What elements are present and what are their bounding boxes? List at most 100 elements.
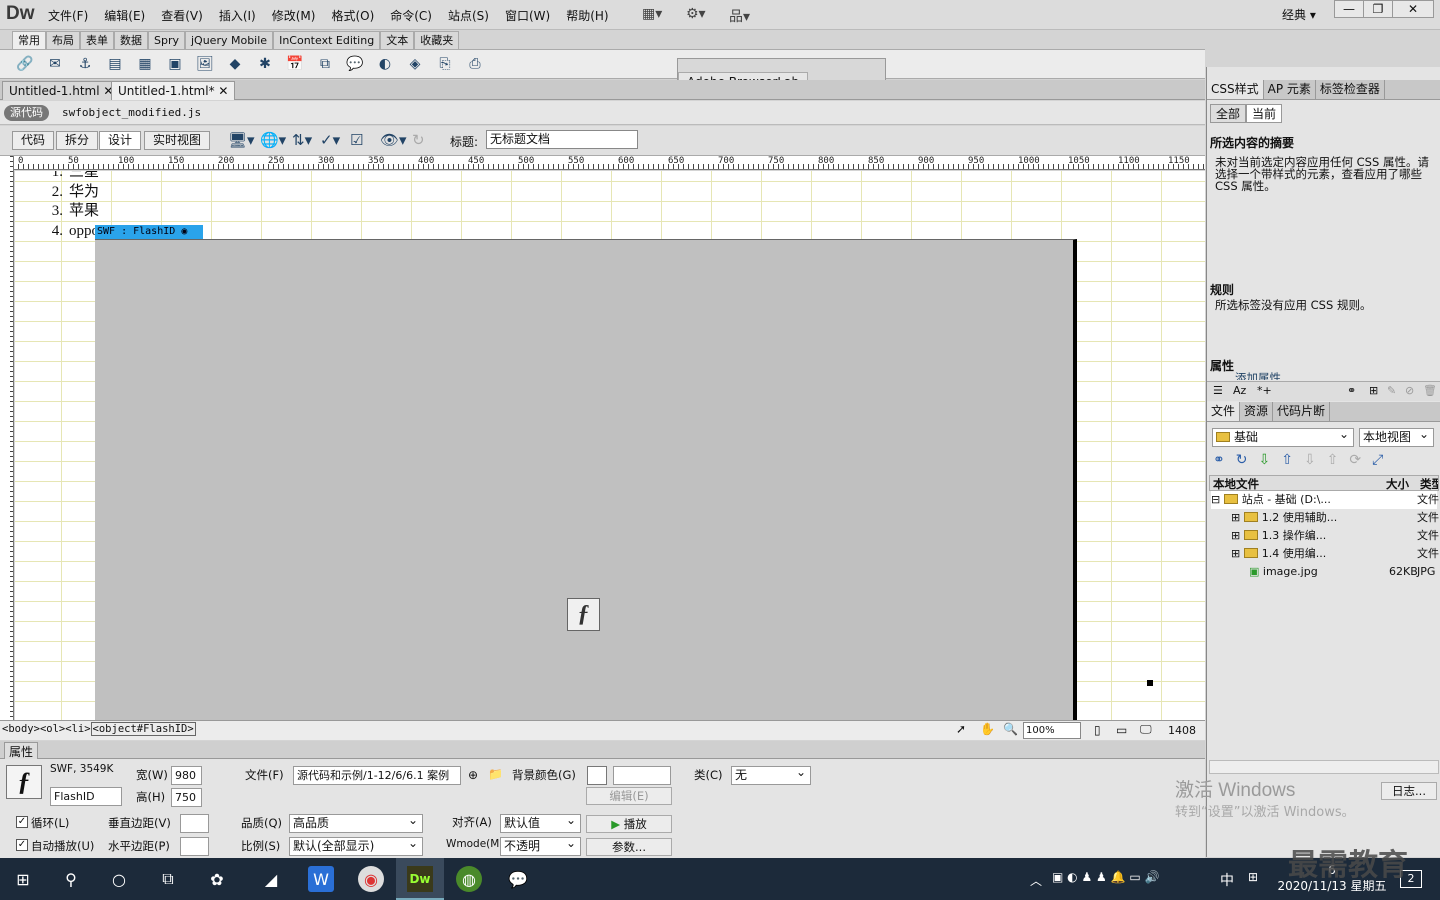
eye-icon[interactable]: ◉: [181, 226, 187, 237]
mode-all[interactable]: 全部: [1210, 104, 1247, 123]
get-icon[interactable]: ⇩: [1258, 452, 1281, 468]
anchor-icon[interactable]: ⚓: [74, 53, 96, 75]
list-item[interactable]: 3. 苹果: [43, 202, 99, 222]
tab-spry[interactable]: Spry: [148, 31, 185, 49]
email-link-icon[interactable]: ✉: [44, 53, 66, 75]
workspace-switcher[interactable]: 经典 ▾: [1282, 6, 1316, 23]
tab-common[interactable]: 常用: [12, 31, 46, 49]
pinwheel-app-icon[interactable]: ✿: [204, 866, 230, 892]
checkin-icon[interactable]: ⇧: [1327, 452, 1350, 468]
scale-select[interactable]: 默认(全部显示): [289, 835, 423, 856]
windows-start-icon[interactable]: ⊞: [10, 866, 36, 892]
cortana-icon[interactable]: ○: [106, 866, 132, 892]
vspace-input[interactable]: [180, 814, 209, 833]
tab-snippets[interactable]: 代码片断: [1273, 402, 1331, 421]
edit-rule-icon[interactable]: ✎: [1387, 384, 1396, 397]
view-select[interactable]: 本地视图: [1359, 426, 1434, 447]
swf-object[interactable]: ƒ: [95, 239, 1153, 720]
tab-data[interactable]: 数据: [114, 31, 148, 49]
template-icon[interactable]: ⎘: [434, 53, 456, 75]
close-icon[interactable]: ✕: [218, 84, 228, 98]
tab-tag-inspector[interactable]: 标签检查器: [1316, 80, 1385, 99]
visual-aids-icon[interactable]: 👁▾: [380, 131, 407, 149]
site-select[interactable]: 基础: [1212, 426, 1354, 447]
live-view-button[interactable]: 实时视图: [144, 131, 211, 150]
tab-jquery-mobile[interactable]: jQuery Mobile: [185, 31, 274, 49]
tab-ap-elements[interactable]: AP 元素: [1264, 80, 1316, 99]
tab-assets[interactable]: 资源: [1240, 402, 1274, 421]
head-icon[interactable]: ◐: [374, 53, 396, 75]
attach-stylesheet-icon[interactable]: ⚭: [1347, 384, 1356, 397]
hand-tool-icon[interactable]: ✋: [980, 722, 995, 736]
multiscreen-icon[interactable]: 🖥▾: [228, 131, 255, 149]
menu-format[interactable]: 格式(O): [323, 7, 382, 24]
search-icon[interactable]: ⚲: [58, 866, 84, 892]
hyperlink-icon[interactable]: 🔗: [14, 53, 36, 75]
media-icon[interactable]: ◆: [224, 53, 246, 75]
task-view-icon[interactable]: ⧉: [155, 866, 181, 892]
tag-ol[interactable]: <ol>: [40, 723, 65, 735]
image-icon[interactable]: 🖼: [194, 53, 216, 75]
select-tool-icon[interactable]: ➚: [956, 722, 966, 736]
file-row[interactable]: ▣ image.jpg 62KB JPG: [1211, 563, 1437, 581]
files-scrollbar[interactable]: [1209, 760, 1439, 774]
doc-tab-1[interactable]: Untitled-1.html ✕: [2, 81, 121, 100]
menu-commands[interactable]: 命令(C): [382, 7, 440, 24]
tag-li[interactable]: <li>: [65, 723, 90, 735]
wps-app-icon[interactable]: W: [308, 866, 334, 892]
menu-view[interactable]: 查看(V): [153, 7, 211, 24]
align-select[interactable]: 默认值: [500, 812, 581, 833]
set-properties-icon[interactable]: *+: [1257, 384, 1272, 397]
menu-site[interactable]: 站点(S): [440, 7, 497, 24]
folder-icon[interactable]: 📁: [488, 767, 503, 781]
params-button[interactable]: 参数...: [586, 838, 672, 856]
bgcolor-input[interactable]: [613, 766, 671, 785]
server-include-icon[interactable]: ⧉: [314, 53, 336, 75]
menu-edit[interactable]: 编辑(E): [96, 7, 153, 24]
tag-object[interactable]: <object#FlashID>: [90, 722, 196, 736]
file-row[interactable]: ⊞ 1.2 使用辅助... 文件: [1211, 509, 1439, 527]
menu-help[interactable]: 帮助(H): [558, 7, 616, 24]
site-icon[interactable]: 品▾: [729, 6, 750, 26]
connect-icon[interactable]: ⚭: [1213, 452, 1236, 468]
disable-icon[interactable]: ⊘: [1405, 384, 1414, 397]
code-view-button[interactable]: 代码: [12, 131, 55, 150]
col-size[interactable]: 大小: [1386, 476, 1409, 492]
melon-app-icon[interactable]: ◍: [456, 866, 482, 892]
tray-icons[interactable]: ▣ ◐ ♟ ♟ 🔔 ▭ 🔊: [1052, 870, 1159, 884]
gear-icon[interactable]: ⚙▾: [686, 6, 706, 22]
trash-icon[interactable]: 🗑: [1423, 384, 1437, 397]
expand-icon[interactable]: ⤢: [1372, 452, 1394, 468]
file-input[interactable]: 源代码和示例/1-12/6/6.1 案例: [293, 766, 461, 785]
file-management-icon[interactable]: ⇅▾: [292, 131, 312, 149]
title-input[interactable]: 无标题文档: [486, 130, 638, 149]
menu-modify[interactable]: 修改(M): [264, 7, 324, 24]
table-icon[interactable]: ▦: [134, 53, 156, 75]
class-select[interactable]: 无: [731, 764, 811, 785]
sync-icon[interactable]: ⟳: [1349, 452, 1372, 468]
swf-id-input[interactable]: FlashID: [50, 787, 122, 806]
menu-window[interactable]: 窗口(W): [497, 7, 558, 24]
col-type[interactable]: 类型: [1420, 476, 1438, 492]
play-button[interactable]: ▶ 播放: [586, 815, 672, 833]
wechat-app-icon[interactable]: 💬: [505, 866, 531, 892]
close-button[interactable]: ✕: [1392, 0, 1434, 18]
tag-chooser-icon[interactable]: ⎙: [464, 53, 486, 75]
tab-css-styles[interactable]: CSS样式: [1207, 80, 1264, 99]
tab-favorites[interactable]: 收藏夹: [414, 31, 460, 49]
zoom-select[interactable]: 100%: [1023, 722, 1081, 739]
new-rule-icon[interactable]: ⊞: [1369, 384, 1378, 397]
tab-forms[interactable]: 表单: [80, 31, 114, 49]
ime-indicator[interactable]: 中: [1220, 870, 1234, 890]
properties-tab[interactable]: 属性: [4, 742, 39, 760]
add-property-link[interactable]: 添加属性: [1235, 372, 1281, 380]
restore-button[interactable]: ❐: [1363, 0, 1393, 18]
date-icon[interactable]: 📅: [284, 53, 306, 75]
menu-file[interactable]: 文件(F): [40, 7, 96, 24]
zoom-tool-icon[interactable]: 🔍: [1003, 722, 1018, 736]
dreamweaver-icon[interactable]: Dw: [407, 866, 433, 892]
menu-insert[interactable]: 插入(I): [211, 7, 264, 24]
desktop-size-icon[interactable]: 🖵: [1140, 722, 1152, 737]
log-button[interactable]: 日志...: [1381, 782, 1437, 800]
tab-layout[interactable]: 布局: [46, 31, 80, 49]
